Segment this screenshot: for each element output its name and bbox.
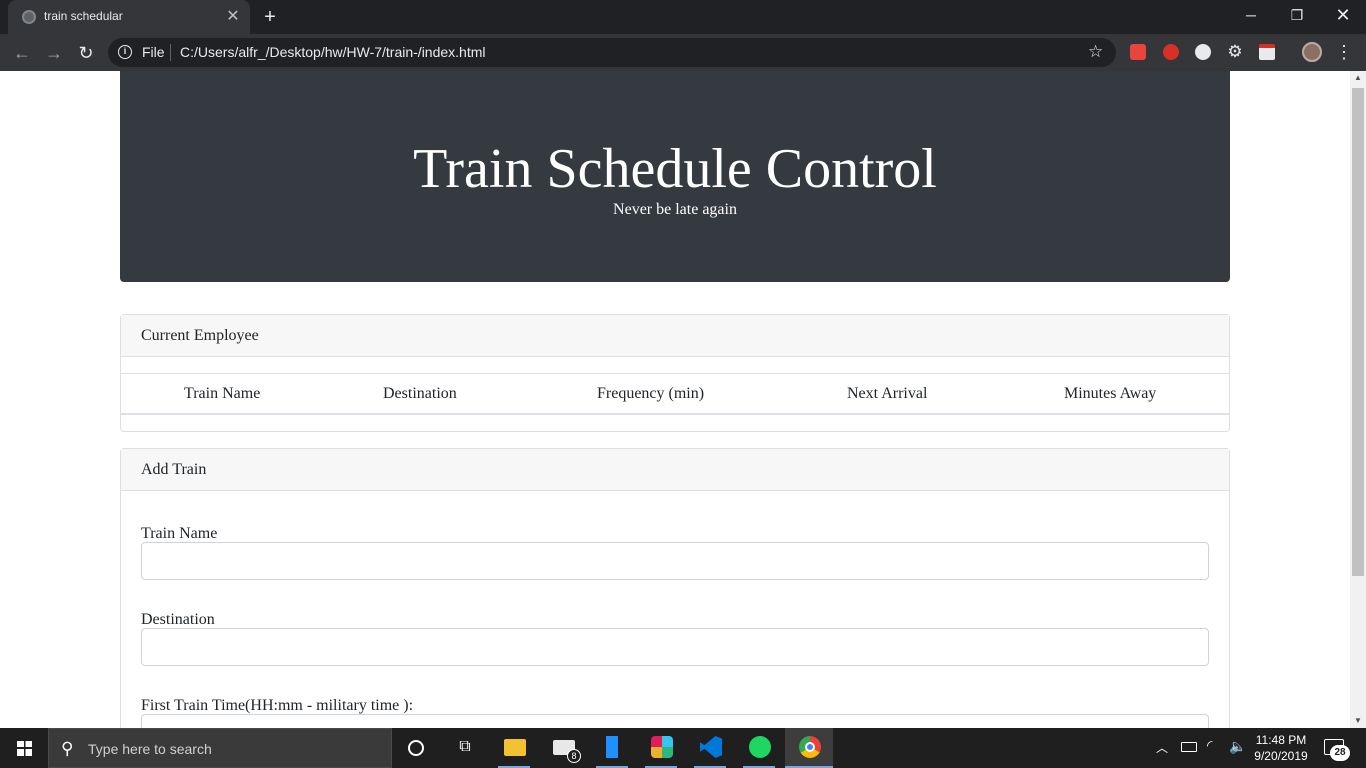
vscode-button[interactable] <box>686 728 734 768</box>
search-icon: ⚲ <box>61 739 74 758</box>
folder-icon <box>504 739 526 756</box>
page-title: Train Schedule Control <box>413 138 937 200</box>
address-bar[interactable]: i File C:/Users/alfr_/Desktop/hw/HW-7/tr… <box>108 38 1116 67</box>
forward-button[interactable]: → <box>40 39 68 67</box>
chrome-button[interactable] <box>785 728 833 768</box>
taskbar-search[interactable]: ⚲ Type here to search <box>48 728 392 768</box>
cortana-icon <box>408 740 424 756</box>
bookmark-star-icon[interactable]: ☆ <box>1088 42 1103 62</box>
wifi-icon[interactable]: ◜ <box>1207 737 1212 754</box>
clock-time: 11:48 PM <box>1255 733 1307 747</box>
slack-icon <box>651 736 673 758</box>
new-tab-button[interactable]: + <box>258 5 282 29</box>
back-button[interactable]: ← <box>8 39 36 67</box>
divider <box>170 44 171 61</box>
search-placeholder: Type here to search <box>88 741 212 757</box>
pushbullet-icon[interactable] <box>1130 44 1146 60</box>
notification-count-badge: 28 <box>1330 745 1350 761</box>
mail-button[interactable]: 8 <box>539 728 587 768</box>
column-header-train-name: Train Name <box>184 385 261 402</box>
windows-logo-icon <box>17 741 32 756</box>
card-header: Add Train <box>121 449 1229 491</box>
reload-button[interactable]: ↻ <box>72 39 100 67</box>
show-hidden-icons-chevron-icon[interactable]: ︿ <box>1156 739 1168 756</box>
card-header: Current Employee <box>121 315 1229 357</box>
close-tab-icon[interactable]: ✕ <box>224 8 242 26</box>
column-header-next-arrival: Next Arrival <box>847 385 928 402</box>
restore-button[interactable]: ❐ <box>1274 0 1320 30</box>
scheme-label: File <box>142 44 165 60</box>
tab-title: train schedular <box>44 9 123 23</box>
adblock-icon[interactable] <box>1163 44 1179 60</box>
note-icon[interactable] <box>1259 44 1275 60</box>
page-viewport: Train Schedule Control Never be late aga… <box>0 71 1350 728</box>
add-train-card: Add Train Train Name Destination First T… <box>120 448 1230 728</box>
globe-icon <box>22 10 36 24</box>
volume-icon[interactable]: 🔈 <box>1229 738 1246 755</box>
start-button[interactable] <box>0 728 48 768</box>
phone-button[interactable] <box>588 728 636 768</box>
train-name-input[interactable] <box>141 542 1209 580</box>
taskbar: ⚲ Type here to search ⧉ 8 ︿ ◜ 🔈 11:48 PM… <box>0 728 1366 768</box>
spotify-icon <box>749 736 771 758</box>
jumbotron: Train Schedule Control Never be late aga… <box>120 71 1230 282</box>
task-view-icon: ⧉ <box>459 738 471 755</box>
chrome-icon <box>799 736 821 758</box>
profile-avatar[interactable] <box>1302 42 1322 62</box>
phone-icon <box>606 736 618 758</box>
train-name-label: Train Name <box>141 525 218 542</box>
file-explorer-button[interactable] <box>490 728 538 768</box>
battery-icon[interactable] <box>1181 742 1197 752</box>
scrollbar-thumb[interactable] <box>1352 88 1364 576</box>
slack-button[interactable] <box>637 728 685 768</box>
browser-tab[interactable]: train schedular ✕ <box>8 0 250 34</box>
spotify-button[interactable] <box>735 728 783 768</box>
page-subtitle: Never be late again <box>613 201 737 218</box>
mail-badge: 8 <box>567 749 581 763</box>
extension-icon[interactable] <box>1195 44 1211 60</box>
close-window-button[interactable]: ✕ <box>1320 0 1366 30</box>
page-scrollbar[interactable]: ▲ ▼ <box>1350 71 1366 728</box>
column-header-frequency: Frequency (min) <box>597 385 705 402</box>
minimize-button[interactable]: ─ <box>1228 0 1274 30</box>
cortana-button[interactable] <box>392 728 440 768</box>
browser-toolbar: ← → ↻ i File C:/Users/alfr_/Desktop/hw/H… <box>0 34 1366 71</box>
column-header-minutes-away: Minutes Away <box>1064 385 1157 402</box>
destination-input[interactable] <box>141 628 1209 666</box>
settings-icon[interactable]: ⚙ <box>1227 43 1243 60</box>
vscode-icon <box>700 736 722 758</box>
clock-date: 9/20/2019 <box>1254 749 1308 763</box>
first-train-time-input[interactable] <box>141 714 1209 728</box>
clock[interactable]: 11:48 PM 9/20/2019 <box>1252 732 1310 764</box>
browser-tab-strip: train schedular ✕ + ─ ❐ ✕ <box>0 0 1366 34</box>
info-icon[interactable]: i <box>118 45 132 59</box>
first-train-time-label: First Train Time(HH:mm - military time )… <box>141 697 414 714</box>
destination-label: Destination <box>141 611 215 628</box>
url-text[interactable]: C:/Users/alfr_/Desktop/hw/HW-7/train-/in… <box>180 44 486 60</box>
column-header-destination: Destination <box>383 385 457 402</box>
task-view-button[interactable]: ⧉ <box>440 728 488 768</box>
current-employee-card: Current Employee Train Name Destination … <box>120 314 1230 432</box>
menu-icon[interactable]: ⋮ <box>1334 40 1354 64</box>
trains-table: Train Name Destination Frequency (min) N… <box>121 373 1229 415</box>
scroll-up-icon[interactable]: ▲ <box>1350 71 1366 85</box>
scroll-down-icon[interactable]: ▼ <box>1350 714 1366 728</box>
